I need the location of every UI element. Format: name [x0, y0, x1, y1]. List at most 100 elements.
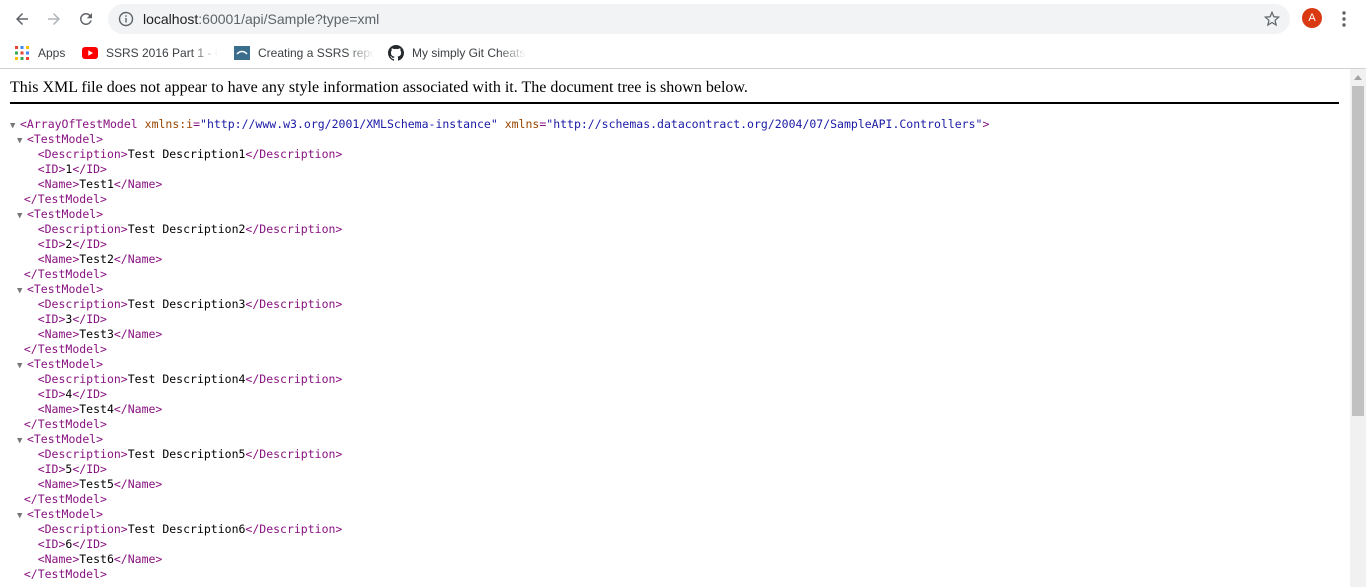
- test-model-open-line: ▼ <TestModel>: [10, 282, 989, 297]
- forward-button[interactable]: [42, 7, 66, 31]
- xml-close-tag: </ID>: [72, 237, 107, 251]
- bookmark-git-cheats[interactable]: My simply Git Cheats: [388, 42, 526, 64]
- xml-text-value: Test2: [79, 252, 114, 266]
- xml-close-tag: </Description>: [245, 447, 343, 461]
- xml-open-tag: <Name>: [37, 177, 80, 191]
- xml-close-tag: </Description>: [245, 297, 343, 311]
- xml-open-tag: <Name>: [37, 252, 80, 266]
- test-model-close-line: </TestModel>: [10, 267, 989, 282]
- browser-toolbar: localhost:60001/api/Sample?type=xml A: [0, 0, 1366, 38]
- name-line: <Name>Test5</Name>: [10, 477, 989, 492]
- xml-close-tag: </ID>: [72, 312, 107, 326]
- bookmark-ssrs-2016[interactable]: SSRS 2016 Part 1 - Ci: [82, 42, 218, 64]
- reload-icon: [80, 13, 92, 25]
- test-model-open-line: ▼ <TestModel>: [10, 132, 989, 147]
- xml-close-tag: </Name>: [113, 327, 163, 341]
- id-line: <ID>2</ID>: [10, 237, 989, 252]
- test-model-open-line: ▼ <TestModel>: [10, 507, 989, 522]
- xml-close-tag: </Description>: [245, 222, 343, 236]
- bookmarks-bar: Apps SSRS 2016 Part 1 - Ci Creating a SS…: [0, 38, 1366, 69]
- xml-close-tag: </Name>: [113, 552, 163, 566]
- xml-open-tag: <ID>: [37, 537, 66, 551]
- apps-grid-icon: [14, 45, 30, 61]
- xml-close-tag: </ID>: [72, 162, 107, 176]
- xml-close-tag: </TestModel>: [23, 267, 107, 281]
- xml-close-tag: </Name>: [113, 402, 163, 416]
- xml-attribute-value: "http://www.w3.org/2001/XMLSchema-instan…: [200, 117, 498, 131]
- id-line: <ID>1</ID>: [10, 162, 989, 177]
- description-line: <Description>Test Description5</Descript…: [10, 447, 989, 462]
- arrow-left-icon: [16, 13, 28, 25]
- xml-open-tag: <TestModel>: [26, 132, 104, 146]
- xml-close-tag: </ID>: [72, 387, 107, 401]
- bookmark-star-icon[interactable]: [1262, 9, 1282, 29]
- profile-avatar[interactable]: A: [1302, 8, 1322, 28]
- xml-open-tag: <ID>: [37, 462, 66, 476]
- xml-close-tag: </Description>: [245, 522, 343, 536]
- xml-close-tag: </TestModel>: [23, 492, 107, 506]
- description-line: <Description>Test Description6</Descript…: [10, 522, 989, 537]
- xml-text-value: Test Description5: [127, 447, 246, 461]
- xml-open-tag: <Name>: [37, 552, 80, 566]
- address-bar[interactable]: localhost:60001/api/Sample?type=xml: [108, 4, 1290, 34]
- bookmark-apps[interactable]: Apps: [14, 42, 74, 64]
- back-button[interactable]: [10, 7, 34, 31]
- description-line: <Description>Test Description3</Descript…: [10, 297, 989, 312]
- name-line: <Name>Test1</Name>: [10, 177, 989, 192]
- bookmark-site-icon: [234, 45, 250, 61]
- id-line: <ID>6</ID>: [10, 537, 989, 552]
- arrow-right-icon: [48, 13, 60, 25]
- page-scrollbar[interactable]: [1350, 69, 1366, 587]
- xml-text-value: Test1: [79, 177, 114, 191]
- xml-close-tag: </TestModel>: [23, 417, 107, 431]
- bookmark-label: My simply Git Cheats: [412, 46, 526, 60]
- xml-close-tag: </Name>: [113, 252, 163, 266]
- name-line: <Name>Test3</Name>: [10, 327, 989, 342]
- xml-attribute-name: xmlns:i: [144, 117, 194, 131]
- xml-style-notice: This XML file does not appear to have an…: [10, 79, 748, 96]
- test-model-close-line: </TestModel>: [10, 342, 989, 357]
- xml-text-value: Test Description2: [127, 222, 246, 236]
- xml-root-open-line: ▼ <ArrayOfTestModel xmlns:i="http://www.w…: [10, 117, 989, 132]
- name-line: <Name>Test4</Name>: [10, 402, 989, 417]
- info-icon[interactable]: [117, 10, 135, 28]
- xml-open-tag: <TestModel>: [26, 207, 104, 221]
- xml-tree: ▼ <ArrayOfTestModel xmlns:i="http://www.w…: [10, 117, 989, 582]
- xml-attribute-name: xmlns: [504, 117, 540, 131]
- test-model-close-line: </TestModel>: [10, 192, 989, 207]
- bookmark-label: Creating a SSRS repo: [258, 46, 374, 60]
- xml-open-tag: <ID>: [37, 162, 66, 176]
- xml-close-tag: </TestModel>: [23, 192, 107, 206]
- xml-text-value: Test3: [79, 327, 114, 341]
- xml-text-value: Test Description3: [127, 297, 246, 311]
- scroll-up-arrow-icon[interactable]: [1350, 69, 1366, 85]
- xml-open-tag: <ID>: [37, 312, 66, 326]
- description-line: <Description>Test Description1</Descript…: [10, 147, 989, 162]
- bookmark-label: SSRS 2016 Part 1 - Ci: [106, 46, 218, 60]
- xml-close-tag: </Name>: [113, 177, 163, 191]
- xml-open-tag: <Description>: [37, 522, 128, 536]
- bookmark-creating-ssrs[interactable]: Creating a SSRS repo: [234, 42, 374, 64]
- reload-button[interactable]: [74, 7, 98, 31]
- scroll-thumb[interactable]: [1352, 86, 1364, 416]
- id-line: <ID>4</ID>: [10, 387, 989, 402]
- xml-close-tag: </ID>: [72, 462, 107, 476]
- xml-text-value: Test Description6: [127, 522, 246, 536]
- description-line: <Description>Test Description2</Descript…: [10, 222, 989, 237]
- id-line: <ID>5</ID>: [10, 462, 989, 477]
- test-model-close-line: </TestModel>: [10, 567, 989, 582]
- xml-tag: <ArrayOfTestModel: [20, 117, 138, 131]
- url-text[interactable]: localhost:60001/api/Sample?type=xml: [143, 11, 379, 27]
- test-model-open-line: ▼ <TestModel>: [10, 432, 989, 447]
- xml-text-value: Test6: [79, 552, 114, 566]
- xml-open-tag: <Name>: [37, 477, 80, 491]
- xml-close-tag: </Name>: [113, 477, 163, 491]
- xml-text-value: Test5: [79, 477, 114, 491]
- name-line: <Name>Test6</Name>: [10, 552, 989, 567]
- more-menu-icon[interactable]: [1336, 9, 1352, 29]
- xml-close-tag: </ID>: [72, 537, 107, 551]
- description-line: <Description>Test Description4</Descript…: [10, 372, 989, 387]
- test-model-close-line: </TestModel>: [10, 492, 989, 507]
- xml-text-value: Test Description1: [127, 147, 246, 161]
- notice-divider: [10, 102, 1339, 104]
